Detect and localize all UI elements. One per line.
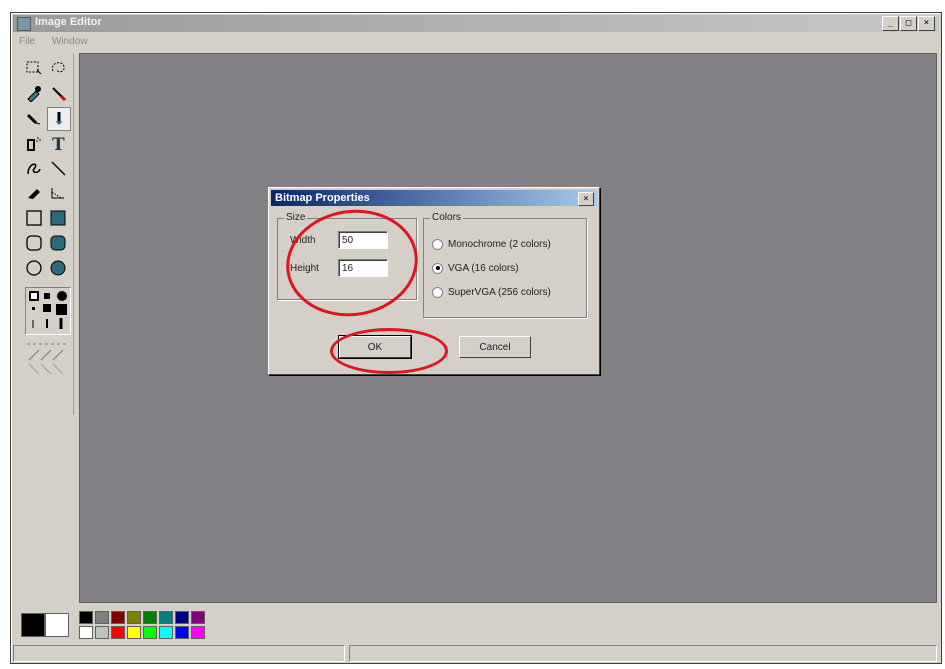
- brush-size-options[interactable]: [25, 287, 71, 335]
- rectangle-icon[interactable]: [23, 207, 45, 229]
- palette-swatch[interactable]: [79, 611, 93, 624]
- brush-icon[interactable]: [47, 107, 71, 131]
- dialog-title-bar[interactable]: Bitmap Properties ×: [271, 190, 597, 206]
- size-group: Size Width 50 Height 16: [277, 212, 417, 300]
- palette-swatch[interactable]: [127, 611, 141, 624]
- filled-rectangle-icon[interactable]: [47, 207, 69, 229]
- airbrush-icon[interactable]: [23, 132, 45, 154]
- menu-bar: File Window: [13, 34, 939, 50]
- bitmap-properties-dialog: Bitmap Properties × Size Width 50 Height…: [268, 187, 600, 375]
- window-title: Image Editor: [35, 16, 102, 28]
- fill-bucket-icon[interactable]: [47, 82, 69, 104]
- palette-swatch[interactable]: [127, 626, 141, 639]
- title-bar[interactable]: Image Editor _ □ ×: [13, 15, 939, 32]
- dialog-title: Bitmap Properties: [275, 192, 370, 204]
- cancel-button[interactable]: Cancel: [459, 336, 531, 358]
- palette-swatch[interactable]: [175, 626, 189, 639]
- rect-select-icon[interactable]: [23, 57, 45, 79]
- palette-swatch[interactable]: [111, 611, 125, 624]
- pencil-icon[interactable]: [23, 107, 45, 129]
- dialog-close-button[interactable]: ×: [578, 192, 594, 206]
- radio-supervga[interactable]: SuperVGA (256 colors): [432, 285, 551, 299]
- status-pane-left: [13, 645, 345, 662]
- menu-window[interactable]: Window: [52, 36, 88, 47]
- angle-line-icon[interactable]: [47, 182, 69, 204]
- line-style-options[interactable]: [25, 336, 69, 384]
- maximize-button[interactable]: □: [900, 16, 917, 31]
- filled-ellipse-icon[interactable]: [47, 257, 69, 279]
- toolbox: T: [21, 53, 74, 415]
- rounded-rect-icon[interactable]: [23, 232, 45, 254]
- foreground-color-swatch[interactable]: [21, 613, 45, 637]
- radio-button-selected[interactable]: [432, 262, 443, 274]
- menu-file[interactable]: File: [19, 36, 35, 47]
- radio-vga[interactable]: VGA (16 colors): [432, 261, 519, 275]
- width-label: Width: [290, 235, 316, 246]
- filled-rounded-rect-icon[interactable]: [47, 232, 69, 254]
- palette-swatch[interactable]: [175, 611, 189, 624]
- radio-button[interactable]: [432, 286, 443, 298]
- ellipse-icon[interactable]: [23, 257, 45, 279]
- palette-swatch[interactable]: [111, 626, 125, 639]
- curve-icon[interactable]: [23, 157, 45, 179]
- lasso-select-icon[interactable]: [47, 57, 69, 79]
- radio-label: VGA (16 colors): [448, 262, 519, 274]
- status-pane-right: [349, 645, 937, 662]
- ok-button[interactable]: OK: [338, 335, 412, 359]
- color-picker-icon[interactable]: [23, 82, 45, 104]
- colors-group-label: Colors: [430, 212, 463, 223]
- palette-swatch[interactable]: [159, 611, 173, 624]
- radio-label: SuperVGA (256 colors): [448, 286, 551, 298]
- palette-swatch[interactable]: [143, 626, 157, 639]
- line-icon[interactable]: [47, 157, 69, 179]
- palette-swatch[interactable]: [95, 611, 109, 624]
- color-palette: [13, 605, 937, 643]
- palette-swatch[interactable]: [79, 626, 93, 639]
- close-button[interactable]: ×: [918, 16, 935, 31]
- svg-text:T: T: [52, 135, 65, 152]
- app-icon: [17, 17, 31, 31]
- palette-swatch[interactable]: [95, 626, 109, 639]
- colors-group: Colors Monochrome (2 colors) VGA (16 col…: [423, 212, 587, 318]
- palette-swatch[interactable]: [191, 611, 205, 624]
- width-field[interactable]: 50: [338, 231, 388, 249]
- text-icon[interactable]: T: [47, 132, 69, 154]
- palette-swatch[interactable]: [191, 626, 205, 639]
- status-bar: [13, 643, 939, 662]
- radio-monochrome[interactable]: Monochrome (2 colors): [432, 237, 551, 251]
- height-field[interactable]: 16: [338, 259, 388, 277]
- background-color-swatch[interactable]: [45, 613, 69, 637]
- height-label: Height: [290, 263, 319, 274]
- palette-swatch[interactable]: [143, 611, 157, 624]
- size-group-label: Size: [284, 212, 308, 223]
- eraser-icon[interactable]: [23, 182, 45, 204]
- minimize-button[interactable]: _: [882, 16, 899, 31]
- radio-button[interactable]: [432, 238, 443, 250]
- radio-label: Monochrome (2 colors): [448, 238, 551, 250]
- palette-swatch[interactable]: [159, 626, 173, 639]
